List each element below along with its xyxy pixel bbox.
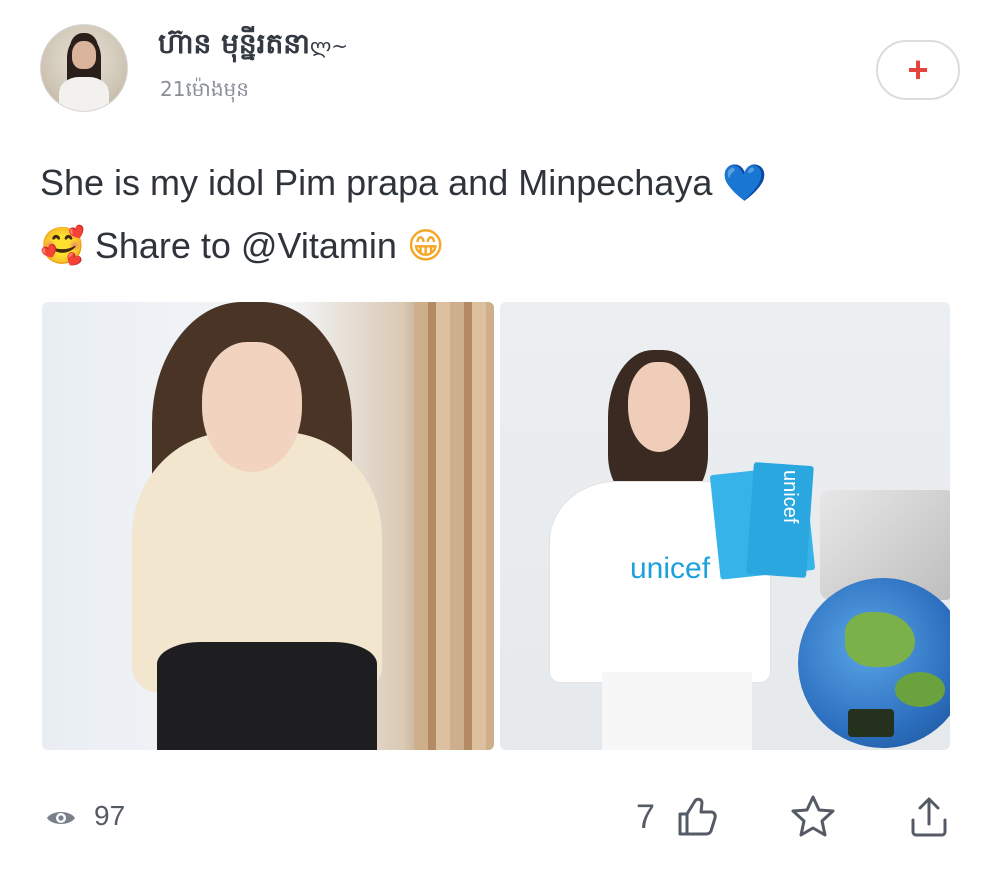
post-image-2[interactable]: unicef unicef [500, 302, 950, 750]
share-upload-icon[interactable] [904, 792, 954, 842]
shirt-logo: unicef [630, 552, 711, 585]
avatar-face [72, 41, 96, 69]
view-count: 97 [94, 800, 126, 831]
woman-face [628, 362, 690, 452]
card-logo: unicef [779, 470, 801, 524]
curtain [414, 302, 494, 750]
post-text-1: She is my idol Pim prapa and Minpechaya [40, 162, 713, 203]
post-text-line-1: She is my idol Pim prapa and Minpechaya … [40, 152, 920, 215]
eye-icon [47, 812, 75, 824]
globe-land-2 [895, 672, 945, 707]
post-text-line-2: 🥰 Share to @Vitamin 😁 [40, 215, 920, 278]
thumbs-up-icon[interactable] [672, 792, 722, 842]
plus-icon: + [907, 49, 929, 90]
white-skirt [602, 672, 752, 750]
watermark-badge [848, 709, 894, 737]
author-name-flourish: ლ~ [309, 34, 348, 58]
author-name-text: ហ៊ាន មុន្នីរតនា [158, 27, 310, 60]
follow-button[interactable]: + [876, 40, 960, 100]
smiling-hearts-emoji: 🥰 [40, 226, 85, 267]
blue-heart-emoji: 💙 [722, 163, 768, 204]
post-body: She is my idol Pim prapa and Minpechaya … [40, 152, 920, 278]
post-image-1[interactable] [42, 302, 494, 750]
author-name[interactable]: ហ៊ាន មុន្នីរតនាლ~ [158, 26, 348, 67]
pants [157, 642, 377, 750]
post-timestamp: 21ម៉ោងមុន [160, 77, 249, 101]
avatar-body [59, 77, 109, 111]
grinning-emoji: 😁 [406, 226, 445, 267]
avatar[interactable] [40, 24, 128, 112]
star-icon[interactable] [788, 792, 838, 842]
woman-face [202, 342, 302, 472]
like-count: 7 [636, 798, 655, 836]
post-text-2: Share to @Vitamin [94, 225, 397, 266]
